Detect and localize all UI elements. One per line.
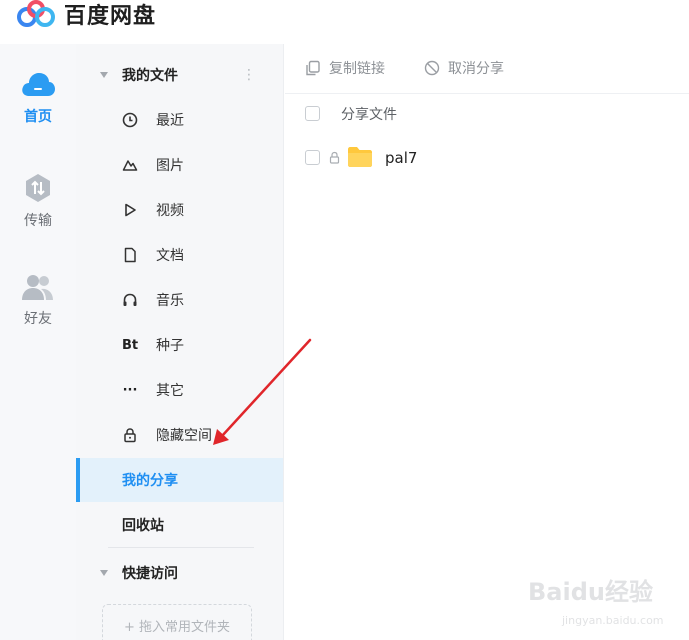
my-files-label: 我的文件: [122, 68, 178, 84]
document-icon: [122, 247, 138, 263]
sidebar-item-recent[interactable]: 最近: [76, 98, 283, 142]
sidebar-item-music[interactable]: 音乐: [76, 278, 283, 322]
collapse-triangle-icon[interactable]: [100, 570, 108, 576]
baidu-netdisk-logo-icon: [17, 0, 55, 27]
quick-access-drop-zone[interactable]: + 拖入常用文件夹: [102, 604, 252, 640]
watermark-main: Baidu经验: [528, 578, 653, 606]
clock-icon: [122, 112, 138, 128]
watermark: Baidu经验 jingyan.baidu.com: [528, 572, 688, 636]
list-header: 分享文件: [285, 94, 689, 134]
sidebar-item-label: 其它: [156, 383, 184, 399]
headphones-icon: [122, 292, 138, 308]
copy-icon: [306, 60, 320, 76]
sidebar-item-label: 音乐: [156, 293, 184, 309]
transfer-icon: [26, 174, 50, 202]
app-logo[interactable]: 百度网盘: [14, 0, 157, 29]
rail-transfer-label: 传输: [24, 213, 52, 229]
sidebar-item-label: 隐藏空间: [156, 428, 212, 444]
cancel-icon: [424, 60, 440, 76]
copy-link-label: 复制链接: [329, 61, 385, 77]
sidebar-item-my-share[interactable]: 我的分享: [76, 458, 283, 502]
copy-link-button[interactable]: 复制链接: [305, 58, 385, 78]
sidebar: 我的文件 ⋮ 最近 图片 视频 文档 音乐 Bt 种子 ··· 其它 隐藏空间 …: [76, 44, 284, 640]
lock-icon: [329, 151, 340, 164]
rail-friends-label: 好友: [24, 311, 52, 327]
row-checkbox[interactable]: [305, 150, 320, 165]
sidebar-item-images[interactable]: 图片: [76, 143, 283, 187]
sidebar-item-documents[interactable]: 文档: [76, 233, 283, 277]
sidebar-item-label: 文档: [156, 248, 184, 264]
collapse-triangle-icon[interactable]: [100, 72, 108, 78]
sidebar-item-recycle-bin[interactable]: 回收站: [76, 503, 283, 547]
top-bar: 百度网盘: [0, 0, 689, 44]
file-name[interactable]: pal7: [385, 149, 417, 167]
cancel-share-label: 取消分享: [448, 61, 504, 77]
quick-access-label: 快捷访问: [122, 566, 178, 582]
cancel-share-button[interactable]: 取消分享: [424, 58, 504, 78]
app-title: 百度网盘: [64, 4, 157, 29]
sidebar-item-hidden-space[interactable]: 隐藏空间: [76, 413, 283, 457]
cloud-icon: [22, 73, 55, 96]
more-options-icon[interactable]: ⋮: [242, 67, 256, 83]
image-icon: [122, 157, 138, 173]
rail-transfer[interactable]: 传输: [0, 172, 76, 230]
quick-access-header[interactable]: 快捷访问: [76, 558, 284, 588]
friends-icon: [22, 275, 53, 300]
left-rail: 首页 传输 好友: [0, 44, 76, 640]
list-header-label: 分享文件: [341, 107, 397, 123]
sidebar-item-label: 视频: [156, 203, 184, 219]
table-row[interactable]: pal7: [285, 138, 689, 178]
sidebar-item-label: 种子: [156, 338, 184, 354]
rail-home[interactable]: 首页: [0, 70, 76, 126]
sidebar-item-label: 回收站: [122, 518, 164, 534]
main-panel: 复制链接 取消分享 分享文件 pal7: [285, 44, 689, 640]
sidebar-item-others[interactable]: ··· 其它: [76, 368, 283, 412]
sidebar-item-label: 图片: [156, 158, 184, 174]
sidebar-item-torrents[interactable]: Bt 种子: [76, 323, 283, 367]
lock-icon: [122, 427, 138, 443]
my-files-header[interactable]: 我的文件 ⋮: [76, 60, 284, 90]
folder-icon: [348, 147, 372, 167]
bt-icon: Bt: [121, 337, 139, 353]
sidebar-divider: [108, 547, 254, 548]
rail-friends[interactable]: 好友: [0, 272, 76, 328]
play-icon: [122, 202, 138, 218]
sidebar-item-label: 最近: [156, 113, 184, 129]
more-icon: ···: [122, 382, 138, 398]
select-all-checkbox[interactable]: [305, 106, 320, 121]
sidebar-item-videos[interactable]: 视频: [76, 188, 283, 232]
toolbar: 复制链接 取消分享: [285, 44, 689, 94]
rail-home-label: 首页: [24, 109, 52, 125]
app-window: 百度网盘 首页 传输 好友 我的文件 ⋮ 最近 图片 视频 文档 音乐 Bt 种…: [0, 0, 689, 640]
sidebar-item-label: 我的分享: [122, 473, 178, 489]
watermark-sub: jingyan.baidu.com: [562, 614, 664, 627]
